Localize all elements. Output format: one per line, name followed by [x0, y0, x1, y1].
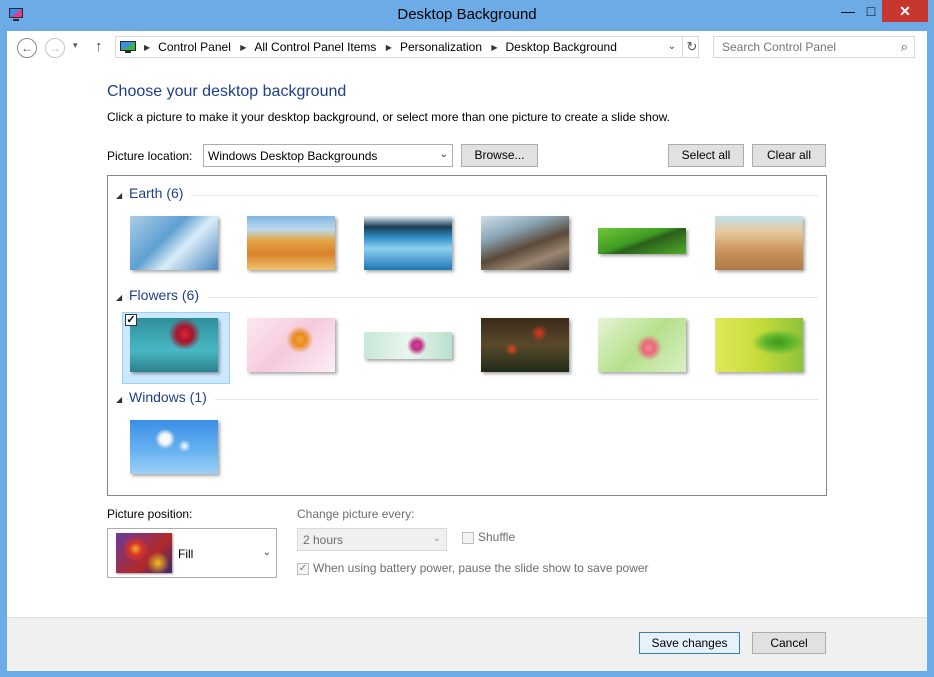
forward-arrow-icon[interactable]: →: [45, 38, 65, 58]
window-client-area: ← → ▾ ↑ ▶ Control Panel ▶ All Control Pane…: [7, 31, 927, 671]
chevron-right-icon[interactable]: ▶: [491, 43, 497, 52]
collapse-triangle-icon[interactable]: ◢: [116, 293, 122, 302]
window-title: Desktop Background: [397, 6, 537, 23]
chevron-down-icon: ⌄: [432, 533, 441, 544]
green-field-picture: [598, 228, 686, 254]
close-button[interactable]: ✕: [882, 0, 928, 22]
change-picture-label: Change picture every:: [297, 507, 415, 521]
thumbnail-earth-hills[interactable]: [239, 210, 347, 282]
breadcrumb-personalization[interactable]: Personalization: [400, 40, 482, 54]
orange-flower-picture: [247, 318, 335, 372]
minimize-button[interactable]: —: [834, 0, 862, 22]
rock-shore-picture: [481, 216, 569, 270]
group-header-flowers[interactable]: ◢ Flowers (6): [116, 287, 818, 307]
thumbnail-flowers-lily[interactable]: [590, 312, 698, 384]
chevron-right-icon: ▶: [144, 43, 151, 52]
control-panel-icon: [120, 41, 136, 53]
thumbnail-earth-ice[interactable]: [122, 210, 230, 282]
picture-location-label: Picture location:: [107, 149, 193, 163]
beach-picture: [364, 216, 452, 270]
picture-position-value: Fill: [178, 547, 194, 561]
navigation-bar: ← → ▾ ↑ ▶ Control Panel ▶ All Control Pane…: [7, 31, 927, 65]
breadcrumb-control-panel[interactable]: Control Panel: [158, 40, 231, 54]
address-bar[interactable]: ▶ Control Panel ▶ All Control Panel Items …: [115, 36, 699, 58]
battery-pause-label: When using battery power, pause the slid…: [313, 561, 649, 575]
group-title: Earth (6): [129, 185, 192, 201]
change-interval-value: 2 hours: [303, 533, 344, 547]
refresh-icon[interactable]: ↻: [682, 37, 701, 57]
title-bar[interactable]: Desktop Background — □ ✕: [0, 0, 934, 30]
red-tulips-picture: [481, 318, 569, 372]
footer-bar: Save changes Cancel: [7, 617, 927, 671]
cancel-button[interactable]: Cancel: [752, 632, 826, 654]
maximize-button[interactable]: □: [862, 0, 880, 22]
thumbnail-earth-grass[interactable]: [590, 210, 698, 282]
select-all-button[interactable]: Select all: [668, 144, 744, 167]
back-arrow-icon[interactable]: ←: [17, 38, 37, 58]
lily-picture: [598, 318, 686, 372]
thumbnail-flowers-pink-small[interactable]: [356, 312, 464, 384]
breadcrumb-desktop-background[interactable]: Desktop Background: [506, 40, 617, 54]
shuffle-checkbox[interactable]: [462, 532, 474, 544]
chevron-down-icon: ⌄: [439, 149, 448, 160]
thumbnail-flowers-leaf[interactable]: [707, 312, 815, 384]
sand-dunes-picture: [715, 216, 803, 270]
page-title: Choose your desktop background: [107, 83, 347, 100]
group-header-earth[interactable]: ◢ Earth (6): [116, 185, 818, 205]
battery-pause-checkbox[interactable]: ✓: [297, 563, 309, 575]
group-title: Windows (1): [129, 389, 215, 405]
group-title: Flowers (6): [129, 287, 208, 303]
collapse-triangle-icon[interactable]: ◢: [116, 191, 122, 200]
picture-gallery[interactable]: ◢ Earth (6) ◢ Flowers (6) ✓ ◢ Windows (1…: [107, 175, 827, 496]
checkmark-icon[interactable]: ✓: [125, 314, 137, 326]
chevron-down-icon: ⌄: [262, 547, 271, 558]
shuffle-label: Shuffle: [478, 530, 516, 544]
change-interval-select[interactable]: 2 hours ⌄: [297, 528, 447, 551]
thumbnail-earth-rocks[interactable]: [473, 210, 581, 282]
thumbnail-earth-dunes[interactable]: [707, 210, 815, 282]
painted-hills-picture: [247, 216, 335, 270]
chevron-right-icon[interactable]: ▶: [386, 43, 392, 52]
search-input[interactable]: [714, 37, 900, 57]
instructions-text: Click a picture to make it your desktop …: [107, 110, 670, 124]
breadcrumb-all-items[interactable]: All Control Panel Items: [254, 40, 376, 54]
recent-locations-icon[interactable]: ▾: [73, 40, 78, 51]
pink-flower-picture: [364, 332, 452, 359]
red-flower-picture: [130, 318, 218, 372]
collapse-triangle-icon[interactable]: ◢: [116, 395, 122, 404]
picture-position-select[interactable]: Fill ⌄: [107, 528, 277, 578]
clear-all-button[interactable]: Clear all: [752, 144, 826, 167]
chevron-down-icon[interactable]: ⌄: [664, 37, 680, 57]
save-changes-button[interactable]: Save changes: [639, 632, 740, 654]
search-icon[interactable]: ⌕: [901, 39, 908, 55]
browse-button[interactable]: Browse...: [461, 144, 538, 167]
window: Desktop Background — □ ✕ ← → ▾ ↑ ▶ Contro…: [0, 0, 934, 677]
thumbnail-flowers-orange[interactable]: [239, 312, 347, 384]
picture-position-label: Picture position:: [107, 507, 193, 521]
green-leaf-picture: [715, 318, 803, 372]
search-box[interactable]: ⌕: [713, 36, 915, 58]
thumbnail-windows-daisies[interactable]: [122, 414, 230, 486]
daisies-picture: [130, 420, 218, 474]
picture-location-value: Windows Desktop Backgrounds: [208, 149, 378, 163]
thumbnail-flowers-tulips[interactable]: [473, 312, 581, 384]
thumbnail-flowers-red-selected[interactable]: ✓: [122, 312, 230, 384]
chevron-right-icon[interactable]: ▶: [240, 43, 246, 52]
thumbnail-earth-beach[interactable]: [356, 210, 464, 282]
group-header-windows[interactable]: ◢ Windows (1): [116, 389, 818, 409]
picture-location-select[interactable]: Windows Desktop Backgrounds ⌄: [203, 144, 453, 167]
position-preview-picture: [116, 533, 172, 573]
ice-picture: [130, 216, 218, 270]
breadcrumb: ▶ Control Panel ▶ All Control Panel Items …: [138, 37, 617, 57]
up-arrow-icon[interactable]: ↑: [95, 38, 103, 55]
